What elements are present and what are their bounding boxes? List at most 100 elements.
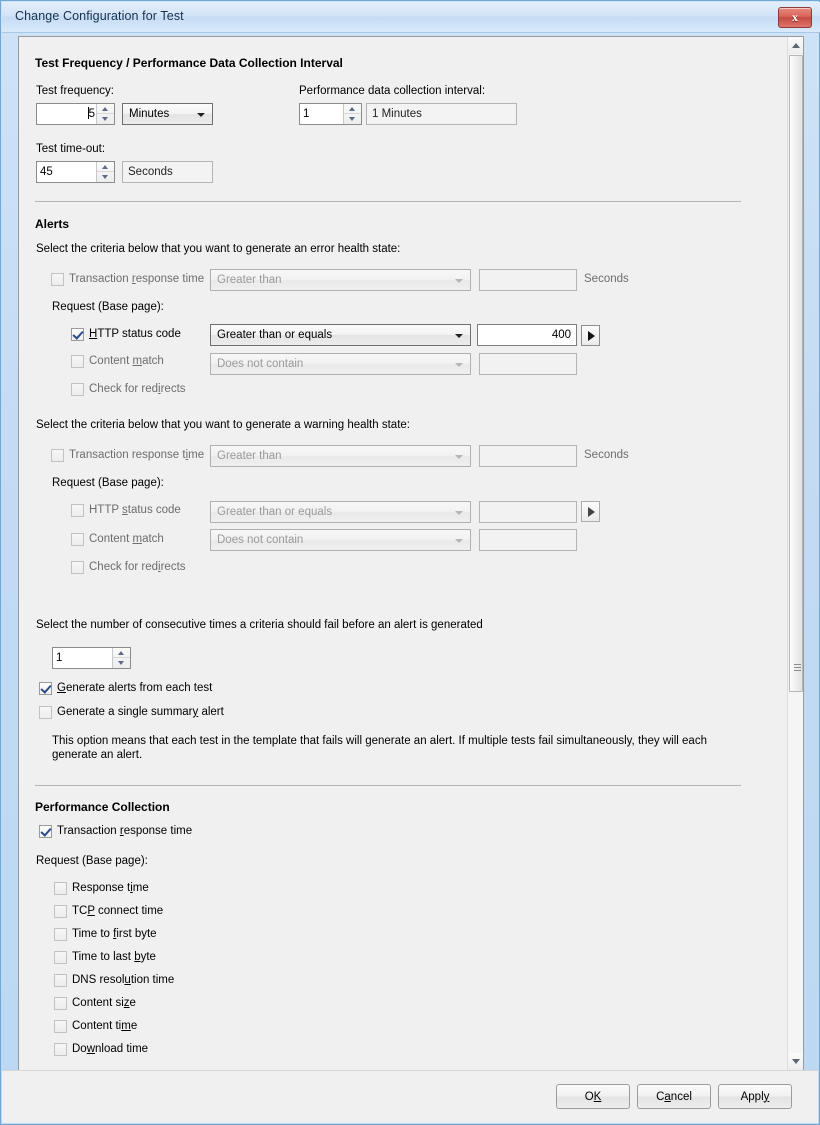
triangle-down-icon [792,1059,800,1064]
spin-down-icon[interactable] [344,114,361,124]
spin-down-icon[interactable] [113,658,130,668]
label-error-content-match: Content match [89,355,164,367]
test-timeout-spin-buttons[interactable] [96,162,114,182]
chevron-down-icon [455,279,463,283]
checkbox-perf-download-time[interactable] [54,1043,67,1056]
cancel-button[interactable]: Cancel [637,1084,711,1109]
scroll-down-button[interactable] [788,1053,803,1070]
scrollbar-thumb[interactable] [789,55,803,692]
vertical-scrollbar[interactable] [787,37,803,1070]
dropdown-error-transaction-operator[interactable]: Greater than [210,269,471,291]
spin-down-icon[interactable] [97,114,114,124]
dropdown-warning-transaction-operator[interactable]: Greater than [210,445,471,467]
ok-button[interactable]: OK [556,1084,630,1109]
label-consecutive-failures: Select the number of consecutive times a… [36,619,483,631]
chevron-down-icon [455,511,463,515]
label-perf-interval: Performance data collection interval: [299,85,486,97]
label-warning-content-match: Content match [89,533,164,545]
label-warning-transaction-seconds: Seconds [584,449,629,461]
scrollbar-grip-icon [794,664,801,671]
checkbox-error-check-redirects[interactable] [71,383,84,396]
input-error-http-status-value[interactable]: 400 [477,324,577,346]
checkbox-warning-transaction-response-time[interactable] [51,449,64,462]
triangle-up-icon [792,43,800,48]
label-error-transaction-response-time: Transaction response time [69,273,205,285]
play-arrow-icon [588,507,595,517]
dialog-client-area: Test Frequency / Performance Data Collec… [18,36,804,1071]
label-test-timeout: Test time-out: [36,143,106,155]
dropdown-warning-content-match-operator-value: Does not contain [217,534,304,546]
dialog-window: Change Configuration for Test x Test Fre… [0,0,820,1125]
consecutive-failures-spin-buttons[interactable] [112,648,130,668]
label-perf-content-time: Content time [72,1020,138,1032]
note-summary-alert-line2: generate an alert. [52,749,143,761]
warning-http-status-browse-button[interactable] [581,501,600,522]
scroll-up-button[interactable] [788,37,803,54]
test-frequency-spinner[interactable]: 5 [36,103,115,125]
note-summary-alert-line1: This option means that each test in the … [52,735,707,747]
checkbox-perf-time-to-first-byte[interactable] [54,928,67,941]
checkbox-warning-http-status-code[interactable] [71,504,84,517]
label-error-criteria-intro: Select the criteria below that you want … [36,243,401,255]
label-warning-transaction-response-time: Transaction response time [69,449,205,461]
input-warning-transaction-value[interactable] [479,445,577,467]
dropdown-error-http-status-operator[interactable]: Greater than or equals [210,324,471,346]
checkbox-perf-response-time[interactable] [54,882,67,895]
checkbox-perf-time-to-last-byte[interactable] [54,951,67,964]
label-perf-time-to-first-byte: Time to first byte [72,928,157,940]
consecutive-failures-value: 1 [56,652,63,664]
dialog-button-bar: OK Cancel Apply [2,1070,818,1123]
checkbox-generate-alerts-each-test[interactable] [39,682,52,695]
checkbox-perf-dns-resolution-time[interactable] [54,974,67,987]
test-timeout-spinner[interactable]: 45 [36,161,115,183]
label-perf-response-time: Response time [72,882,149,894]
input-error-content-match-value[interactable] [479,353,577,375]
input-warning-content-match-value[interactable] [479,529,577,551]
consecutive-failures-spinner[interactable]: 1 [52,647,131,669]
label-error-request-base-page: Request (Base page): [52,301,164,313]
label-warning-check-redirects: Check for redirects [89,561,186,573]
spin-up-icon[interactable] [97,162,114,172]
play-arrow-icon [588,331,595,341]
spin-up-icon[interactable] [97,104,114,114]
label-perf-time-to-last-byte: Time to last byte [72,951,156,963]
dropdown-warning-content-match-operator[interactable]: Does not contain [210,529,471,551]
chevron-down-icon [455,539,463,543]
test-timeout-value: 45 [40,166,53,178]
dropdown-error-content-match-operator[interactable]: Does not contain [210,353,471,375]
checkbox-warning-content-match[interactable] [71,533,84,546]
checkbox-warning-check-redirects[interactable] [71,561,84,574]
input-warning-http-status-value[interactable] [479,501,577,523]
chevron-down-icon [455,363,463,367]
apply-button[interactable]: Apply [718,1084,792,1109]
checkbox-perf-tcp-connect-time[interactable] [54,905,67,918]
checkbox-generate-single-summary-alert[interactable] [39,706,52,719]
checkbox-error-http-status-code[interactable] [71,328,84,341]
window-title: Change Configuration for Test [15,9,184,23]
spin-down-icon[interactable] [97,172,114,182]
label-error-transaction-seconds: Seconds [584,273,629,285]
label-warning-request-base-page: Request (Base page): [52,477,164,489]
checkbox-perf-content-time[interactable] [54,1020,67,1033]
checkbox-error-content-match[interactable] [71,355,84,368]
checkbox-error-transaction-response-time[interactable] [51,273,64,286]
perf-interval-spinner[interactable]: 1 [299,103,362,125]
title-bar: Change Configuration for Test x [2,2,820,33]
spin-up-icon[interactable] [113,648,130,658]
spin-up-icon[interactable] [344,104,361,114]
close-button[interactable]: x [778,7,812,28]
error-http-status-browse-button[interactable] [581,325,600,346]
test-frequency-value: 5 [87,107,95,120]
test-frequency-spin-buttons[interactable] [96,104,114,124]
perf-interval-value: 1 [303,108,310,120]
perf-interval-spin-buttons[interactable] [343,104,361,124]
test-frequency-unit-dropdown[interactable]: Minutes [122,103,213,125]
checkbox-perf-transaction-response-time[interactable] [39,825,52,838]
input-error-transaction-value[interactable] [479,269,577,291]
scroll-content-viewport: Test Frequency / Performance Data Collec… [19,37,788,1070]
dropdown-warning-http-status-operator[interactable]: Greater than or equals [210,501,471,523]
label-perf-transaction-response-time: Transaction response time [57,825,193,837]
checkbox-perf-content-size[interactable] [54,997,67,1010]
label-perf-request-base-page: Request (Base page): [36,855,148,867]
dropdown-error-content-match-operator-value: Does not contain [217,358,304,370]
